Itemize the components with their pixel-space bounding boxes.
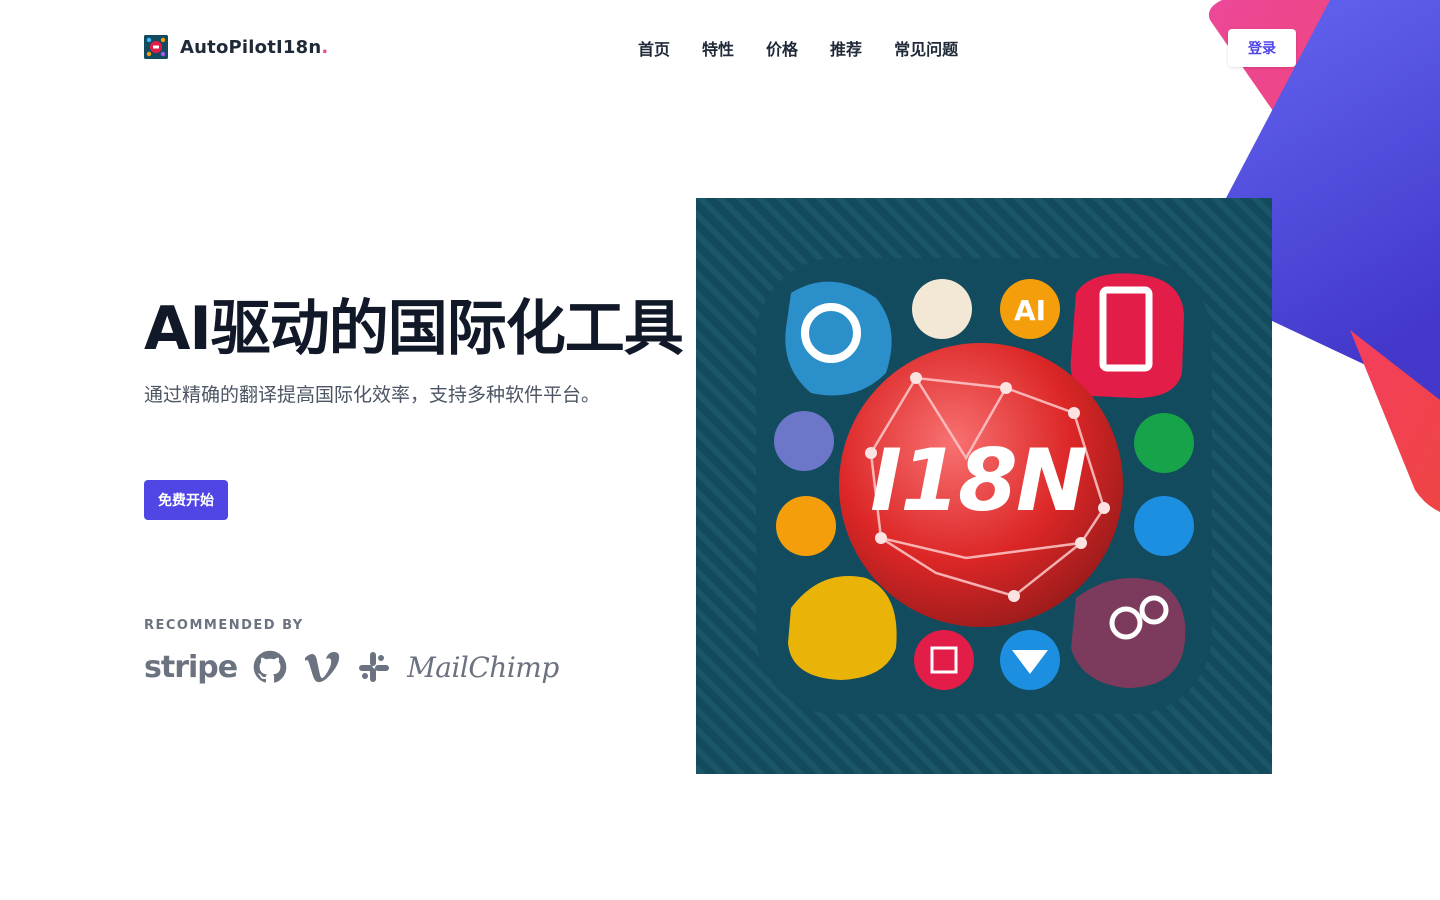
nav-home[interactable]: 首页 [638,36,670,60]
hero-subtitle: 通过精确的翻译提高国际化效率，支持多种软件平台。 [144,384,601,406]
site-header: AutoPilotI18n. 首页 特性 价格 推荐 常见问题 登录 [0,0,1440,96]
login-button[interactable]: 登录 [1228,29,1296,67]
mailchimp-logo: MailChimp [407,650,559,684]
nav-pricing[interactable]: 价格 [766,36,798,60]
recommended-logos: stripe MailChimp [144,646,559,688]
hero-image-label: I18N [870,431,1087,531]
nav-testimonials[interactable]: 推荐 [830,36,862,60]
nav-faq[interactable]: 常见问题 [894,36,958,60]
main-nav: 首页 特性 价格 推荐 常见问题 [638,36,958,60]
brand[interactable]: AutoPilotI18n. [144,35,328,59]
github-icon [253,650,287,683]
i18n-hero-illustration: AI I18N [696,198,1272,774]
slack-icon [359,652,390,682]
svg-text:AI: AI [1014,294,1046,327]
hero-title: AI驱动的国际化工具 [144,294,684,364]
brand-name: AutoPilotI18n [180,36,322,58]
vimeo-icon [305,652,340,683]
stripe-logo: stripe [144,649,238,685]
get-started-free-button[interactable]: 免费开始 [144,480,228,520]
recommended-by-label: RECOMMENDED BY [144,618,304,633]
brand-dot: . [321,36,329,58]
nav-features[interactable]: 特性 [702,36,734,60]
autopilot-logo-icon [144,35,168,59]
